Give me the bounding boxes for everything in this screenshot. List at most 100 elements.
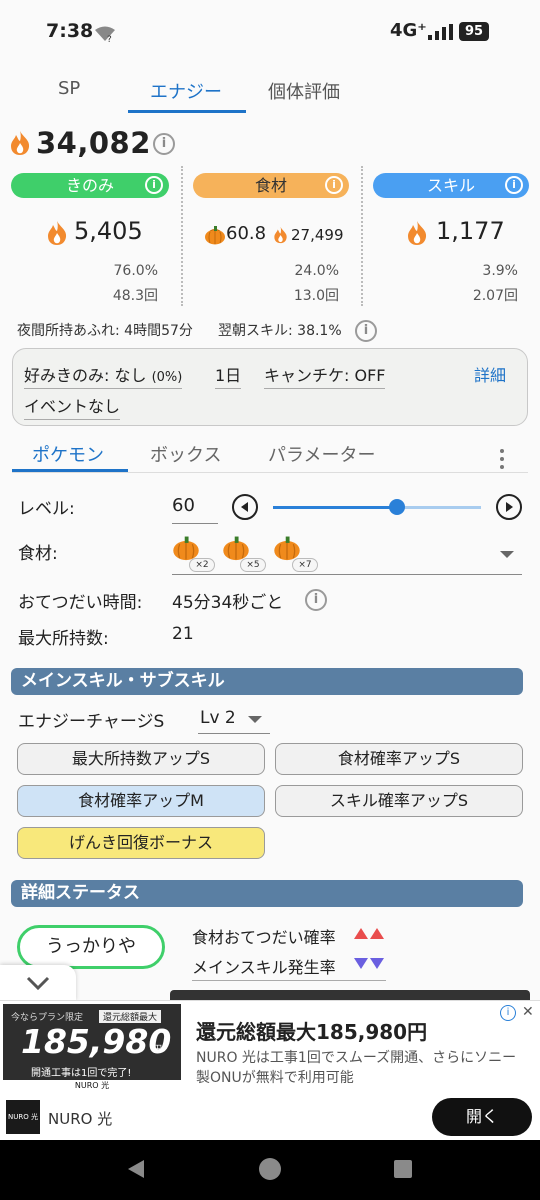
subskill-button[interactable]: スキル確率アップS — [275, 785, 523, 817]
status-time: 7:38 — [46, 20, 94, 42]
detail-section-header: 詳細ステータス — [11, 880, 523, 907]
max-carry-value: 21 — [172, 624, 194, 644]
ad-image-brand: NURO 光 — [3, 1080, 181, 1092]
info-icon[interactable]: i — [355, 320, 377, 342]
skill-level-value: Lv 2 — [200, 708, 236, 728]
subskill-button[interactable]: げんき回復ボーナス — [17, 827, 265, 859]
skill-label: スキル — [426, 176, 475, 195]
chevron-down-icon[interactable] — [500, 551, 514, 558]
ad-open-button[interactable]: 開く — [432, 1098, 532, 1136]
chevron-down-icon — [248, 716, 262, 723]
ingredient-label: 食材 — [254, 176, 287, 195]
ad-image-unit: 円 — [153, 1045, 163, 1055]
divider — [172, 574, 522, 575]
more-menu-icon[interactable] — [496, 449, 508, 473]
overlapped-bar — [170, 990, 530, 1000]
ad-collapse-button[interactable] — [0, 965, 76, 1001]
ad-advertiser-logo: NURO 光 — [6, 1100, 40, 1134]
info-icon[interactable]: i — [305, 589, 327, 611]
info-icon[interactable]: i — [325, 176, 343, 194]
info-icon[interactable]: i — [145, 176, 163, 194]
tab-pokemon[interactable]: ポケモン — [32, 441, 104, 467]
divider — [192, 980, 386, 981]
tab-box[interactable]: ボックス — [150, 441, 221, 467]
svg-text:?: ? — [107, 35, 112, 42]
arrow-up-icon — [370, 928, 384, 939]
pumpkin-icon — [204, 225, 226, 249]
ad-description[interactable]: NURO 光は工事1回でスムーズ開通、さらにソニー製ONUが無料で利用可能 — [196, 1048, 530, 1088]
main-skill-name: エナジーチャージS — [18, 712, 165, 732]
ad-advertiser-name: NURO 光 — [48, 1110, 113, 1128]
ingredient-count-badge: ×5 — [240, 558, 266, 572]
level-slider-thumb[interactable] — [389, 499, 405, 515]
skill-pill: スキル i — [373, 173, 529, 198]
camp-ticket-setting[interactable]: キャンチケ: OFF — [264, 362, 386, 389]
favorite-berry-pct: (0%) — [151, 370, 183, 385]
help-time-label: おてつだい時間: — [18, 593, 143, 613]
energy-flame-icon — [273, 226, 288, 244]
wifi-icon: ? — [94, 26, 116, 46]
chevron-down-icon — [26, 976, 50, 991]
level-input[interactable]: 60 — [172, 492, 218, 524]
ad-close-icon[interactable]: ✕ — [522, 1004, 534, 1020]
skill-energy: 1,177 — [436, 217, 505, 245]
pumpkin-icon — [274, 536, 300, 561]
active-tab-indicator — [128, 110, 246, 113]
subskill-button[interactable]: 最大所持数アップS — [17, 743, 265, 775]
skill-level-select[interactable]: Lv 2 — [198, 706, 270, 734]
total-energy: 34,082 — [36, 126, 151, 160]
info-icon[interactable]: i — [153, 133, 175, 155]
recents-icon[interactable] — [394, 1160, 412, 1178]
subskill-button[interactable]: 食材確率アップS — [275, 743, 523, 775]
signal-icon — [428, 24, 454, 44]
level-decrease-button[interactable] — [232, 494, 258, 520]
skills-section-header: メインスキル・サブスキル — [11, 668, 523, 695]
tab-parameter[interactable]: パラメーター — [268, 441, 375, 467]
subskill-button[interactable]: 食材確率アップM — [17, 785, 265, 817]
divider — [181, 166, 183, 306]
nature-up-stat: 食材おてつだい確率 — [192, 928, 336, 947]
days-setting[interactable]: 1日 — [215, 362, 242, 389]
tab-evaluation[interactable]: 個体評価 — [268, 78, 340, 104]
arrow-up-icon — [354, 928, 368, 939]
level-increase-button[interactable] — [496, 494, 522, 520]
nature-down-stat: メインスキル発生率 — [192, 958, 336, 977]
ad-title[interactable]: 還元総額最大185,980円 — [196, 1016, 427, 1045]
ad-image-amount: 185,980 — [21, 1022, 172, 1061]
max-carry-label: 最大所持数: — [18, 629, 109, 649]
skill-pct: 3.9% — [482, 263, 518, 279]
ingredient-pill: 食材 i — [193, 173, 349, 198]
ingredient-energy: 27,499 — [291, 226, 344, 244]
level-label: レベル: — [18, 499, 75, 519]
network-type: 4G⁺ — [390, 20, 427, 41]
home-icon[interactable] — [259, 1158, 281, 1180]
skill-count: 2.07回 — [472, 288, 518, 304]
berry-pill: きのみ i — [11, 173, 169, 198]
settings-detail-link[interactable]: 詳細 — [474, 362, 506, 388]
ad-image[interactable]: 今ならプラン限定 還元総額最大 185,980 円 開通工事は1回で完了! NU… — [3, 1004, 181, 1092]
tab-energy[interactable]: エナジー — [150, 78, 222, 104]
ingredient-count-value: 60.8 — [226, 223, 267, 244]
berry-pct: 76.0% — [113, 263, 158, 279]
event-setting[interactable]: イベントなし — [24, 393, 121, 420]
night-overflow-note: 夜間所持あふれ: 4時間57分 — [17, 323, 193, 339]
divider — [12, 472, 528, 473]
berry-energy: 5,405 — [74, 217, 143, 245]
battery-indicator: 95 — [459, 22, 489, 41]
ad-image-text: 開通工事は1回で完了! — [31, 1068, 132, 1079]
ad-info-icon[interactable]: i — [500, 1005, 516, 1021]
ingredient-pct: 24.0% — [294, 263, 339, 279]
nature-button[interactable]: うっかりや — [17, 925, 165, 969]
ingredient-label: 食材: — [18, 544, 58, 564]
back-icon[interactable] — [126, 1158, 146, 1184]
info-icon[interactable]: i — [505, 176, 523, 194]
divider — [361, 166, 363, 306]
level-slider-rest — [397, 506, 481, 509]
berry-label: きのみ — [65, 176, 114, 195]
arrow-down-icon — [370, 958, 384, 969]
favorite-berry-setting[interactable]: 好みきのみ: なし (0%) — [24, 362, 183, 389]
ingredient-count: 13.0回 — [293, 288, 339, 304]
next-morning-skill-note: 翌朝スキル: 38.1% — [218, 323, 342, 339]
tab-sp[interactable]: SP — [58, 78, 80, 99]
berry-count: 48.3回 — [112, 288, 158, 304]
